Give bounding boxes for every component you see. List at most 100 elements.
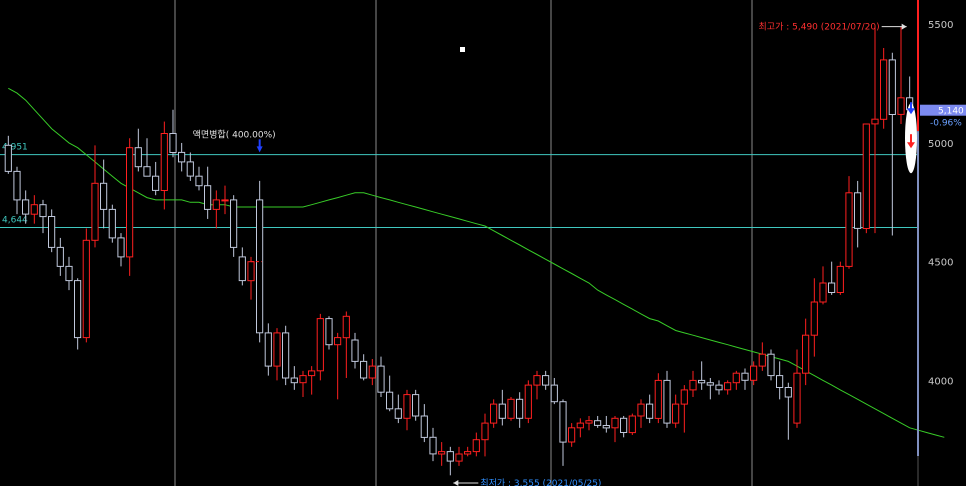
candle-body	[282, 332, 290, 379]
candle	[880, 47, 888, 129]
candle-body	[108, 208, 116, 239]
candle	[689, 370, 697, 397]
candle-body	[706, 382, 714, 386]
candle-body	[412, 394, 420, 417]
candle	[334, 332, 342, 400]
candle-body	[152, 175, 160, 191]
candle-body	[836, 265, 844, 293]
candle	[819, 266, 827, 305]
candle	[412, 389, 420, 421]
candle-body	[585, 420, 593, 424]
candle-body	[316, 318, 324, 372]
candle-body	[750, 365, 758, 381]
candle-body	[39, 204, 47, 218]
candle-body	[516, 398, 524, 419]
candle-body	[91, 182, 99, 241]
candle-body	[672, 403, 680, 424]
candle	[30, 195, 38, 224]
candle	[420, 404, 428, 443]
candle	[221, 185, 229, 215]
candle	[186, 152, 194, 181]
candle-body	[178, 151, 186, 163]
candle	[715, 380, 723, 395]
candle-body	[828, 282, 836, 293]
candle	[732, 370, 740, 390]
low-arrow-icon	[453, 480, 459, 486]
candle-body	[308, 370, 316, 377]
candle-body	[663, 379, 671, 424]
candle	[585, 415, 593, 431]
candle-body	[472, 439, 480, 453]
candle	[13, 166, 21, 215]
candle-body	[776, 375, 784, 389]
candle-body	[628, 415, 636, 434]
candle	[143, 138, 151, 177]
candle	[628, 413, 636, 435]
candle-body	[160, 133, 168, 191]
candle-body	[888, 59, 896, 115]
candle-body	[420, 415, 428, 438]
candle	[126, 138, 134, 276]
candle-body	[230, 199, 238, 248]
candle	[758, 342, 766, 371]
candle	[576, 418, 584, 438]
candle-body	[880, 59, 888, 120]
candle-body	[646, 403, 654, 419]
y-tick-label: 4000	[928, 376, 953, 387]
candle	[56, 237, 64, 276]
candle-body	[741, 372, 749, 381]
candle-body	[334, 337, 342, 346]
candle	[516, 392, 524, 428]
candle-body	[602, 425, 610, 429]
split-label: 액면병합( 400.00%)	[193, 128, 276, 140]
candle-body	[299, 375, 307, 384]
candle-body	[845, 192, 853, 267]
candle	[568, 423, 576, 447]
candle-body	[247, 261, 255, 282]
candle-body	[100, 182, 108, 210]
candle	[455, 446, 463, 466]
candle-body	[784, 387, 792, 398]
candle	[845, 176, 853, 269]
candle	[264, 323, 272, 376]
candle	[464, 446, 472, 457]
annotations: 액면병합( 400.00%) 최고가 : 5,490 (2021/07/20) 최저…	[193, 22, 917, 486]
candle-body	[594, 420, 602, 426]
candle	[481, 413, 489, 457]
candle	[273, 328, 281, 381]
candle	[646, 394, 654, 424]
candle	[507, 396, 515, 421]
candle-body	[169, 133, 177, 153]
candle	[602, 415, 610, 433]
candle-body	[854, 192, 862, 229]
candle-body	[134, 147, 142, 168]
candle	[195, 166, 203, 191]
candle-body	[342, 315, 350, 339]
candle	[750, 361, 758, 386]
candle-body	[897, 97, 905, 115]
candle-body	[802, 334, 810, 374]
candle	[368, 358, 376, 386]
current-change-label: -0.96%	[930, 119, 962, 129]
candle	[663, 370, 671, 428]
candle	[48, 209, 56, 253]
candle	[594, 415, 602, 428]
candle	[611, 415, 619, 443]
candle	[429, 427, 437, 462]
candle-body	[481, 422, 489, 441]
candle	[325, 316, 333, 350]
candle-body	[732, 372, 740, 384]
candle-body	[429, 436, 437, 455]
high-price-label: 최고가 : 5,490 (2021/07/20)	[759, 22, 880, 33]
candle	[810, 278, 818, 357]
candle-body	[126, 147, 134, 258]
candle	[559, 399, 567, 466]
candles	[4, 26, 914, 476]
candle-body	[637, 403, 645, 417]
candle	[160, 121, 168, 210]
candle	[888, 52, 896, 236]
candle	[542, 370, 550, 390]
candle	[620, 415, 628, 438]
y-tick-label: 4500	[928, 258, 953, 269]
reference-line-label: 4,644	[2, 215, 28, 225]
